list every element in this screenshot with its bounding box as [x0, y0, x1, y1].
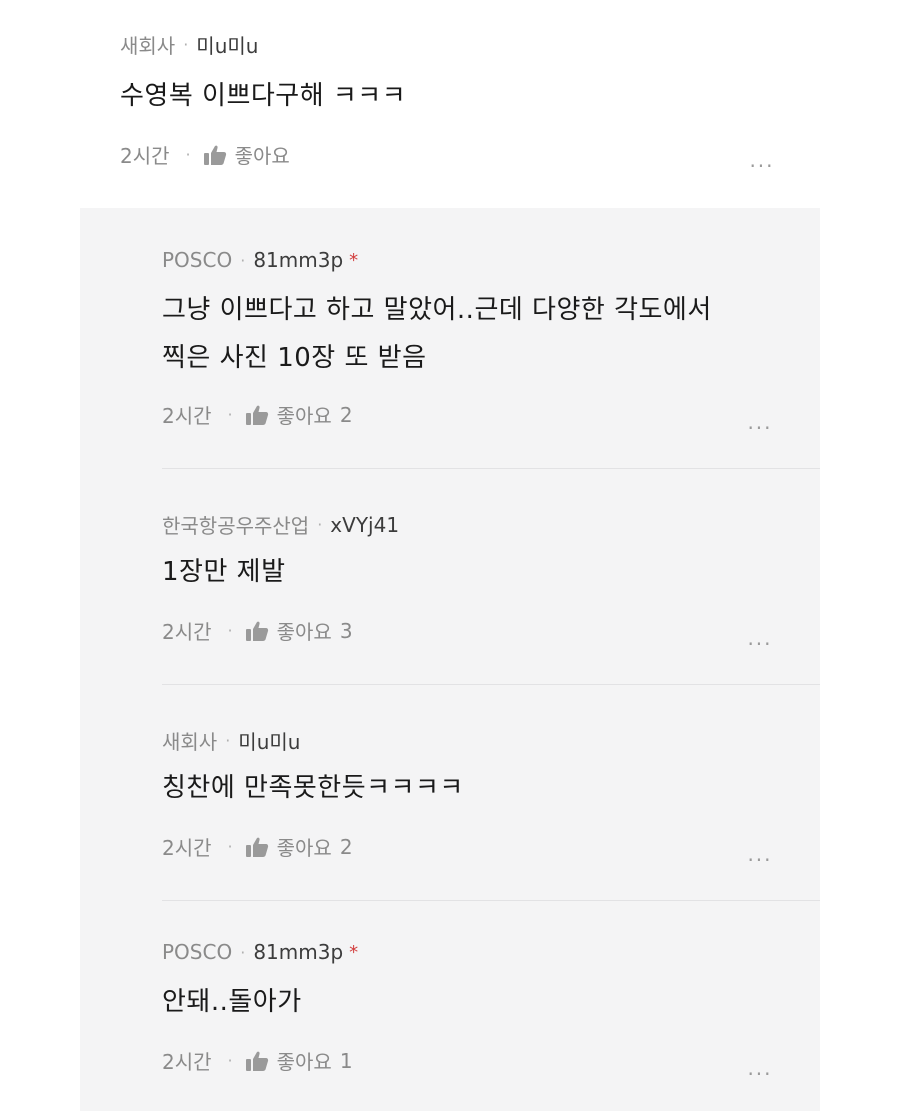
reply-text: 안돼..돌아가: [162, 987, 302, 1017]
reply-item: POSCO · 81mm3p * 그냥 이쁘다고 하고 말았어..근데 다양한 …: [162, 246, 820, 436]
like-count: 3: [339, 618, 353, 643]
reply-actions: 2시간 · 좋아요 3: [162, 616, 353, 645]
reply-text-line-1: 그냥 이쁘다고 하고 말았어..근데 다양한 각도에서: [162, 295, 712, 325]
thumbs-up-icon: [245, 405, 268, 425]
thumbs-up-icon: [245, 837, 268, 857]
like-button[interactable]: 좋아요 2: [245, 400, 353, 429]
separator-dot: ·: [227, 621, 233, 640]
reply-text-line-2: 찍은 사진 10장 또 받음: [162, 343, 427, 373]
more-dots-icon[interactable]: ...: [740, 1058, 780, 1084]
comment: 새회사 · 미u미u 수영복 이쁘다구해 ㅋㅋㅋ 2시간 · 좋아요 ...: [120, 0, 780, 200]
comment-thread: 새회사 · 미u미u 수영복 이쁘다구해 ㅋㅋㅋ 2시간 · 좋아요 ... P…: [0, 0, 900, 1111]
reply-time: 2시간: [162, 1050, 212, 1074]
like-button[interactable]: 좋아요 1: [245, 1046, 353, 1075]
separator-dot: ·: [317, 515, 323, 534]
separator-dot: ·: [227, 837, 233, 856]
separator-dot: ·: [183, 35, 189, 54]
reply-text: 칭찬에 만족못한듯ㅋㅋㅋㅋ: [162, 773, 464, 803]
comment-text: 수영복 이쁘다구해 ㅋㅋㅋ: [120, 81, 407, 111]
company-name: 새회사: [120, 34, 176, 58]
more-dots-icon[interactable]: ...: [740, 412, 780, 438]
nickname[interactable]: xVYj41: [330, 513, 399, 537]
comment-time: 2시간: [120, 144, 170, 168]
reply-actions: 2시간 · 좋아요 1: [162, 1046, 353, 1075]
like-count: 2: [339, 834, 353, 859]
like-label: 좋아요: [276, 1050, 332, 1074]
like-label: 좋아요: [276, 404, 332, 428]
company-name: 한국항공우주산업: [162, 514, 310, 538]
reply-actions: 2시간 · 좋아요 2: [162, 400, 353, 429]
reply-item: 한국항공우주산업 · xVYj41 1장만 제발 2시간 · 좋아요 3 ...: [162, 508, 820, 649]
like-label: 좋아요: [276, 620, 332, 644]
separator-dot: ·: [185, 145, 191, 164]
more-dots-icon[interactable]: ...: [740, 628, 780, 654]
separator-dot: ·: [225, 731, 231, 750]
reply-item: POSCO · 81mm3p * 안돼..돌아가 2시간 · 좋아요 1 ...: [162, 938, 820, 1078]
thumbs-up-icon: [203, 145, 226, 165]
separator-dot: ·: [227, 405, 233, 424]
separator-dot: ·: [240, 942, 246, 962]
thumbs-up-icon: [245, 621, 268, 641]
company-name: 새회사: [162, 730, 218, 754]
like-button[interactable]: 좋아요 3: [245, 616, 353, 645]
reply-divider: [162, 900, 820, 901]
author-mark: *: [349, 249, 359, 271]
reply-divider: [162, 684, 820, 685]
like-count: 2: [339, 402, 353, 427]
like-button[interactable]: 좋아요 2: [245, 832, 353, 861]
more-dots-icon[interactable]: ...: [740, 844, 780, 870]
comment-actions: 2시간 · 좋아요: [120, 140, 290, 169]
nickname[interactable]: 미u미u: [196, 30, 258, 59]
like-label: 좋아요: [276, 836, 332, 860]
nickname[interactable]: 81mm3p: [253, 248, 343, 272]
reply-time: 2시간: [162, 620, 212, 644]
like-count: 1: [339, 1048, 353, 1073]
reply-meta: POSCO · 81mm3p *: [162, 940, 358, 964]
like-button[interactable]: 좋아요: [203, 140, 290, 169]
comment-meta: 새회사 · 미u미u: [120, 30, 258, 59]
reply-meta: POSCO · 81mm3p *: [162, 248, 358, 272]
reply-item: 새회사 · 미u미u 칭찬에 만족못한듯ㅋㅋㅋㅋ 2시간 · 좋아요 2 ...: [162, 724, 820, 864]
nickname[interactable]: 81mm3p: [253, 940, 343, 964]
separator-dot: ·: [240, 250, 246, 270]
nickname[interactable]: 미u미u: [238, 726, 300, 755]
author-mark: *: [349, 941, 359, 963]
reply-time: 2시간: [162, 836, 212, 860]
reply-meta: 새회사 · 미u미u: [162, 726, 300, 755]
reply-meta: 한국항공우주산업 · xVYj41: [162, 510, 399, 539]
company-name: POSCO: [162, 940, 233, 964]
separator-dot: ·: [227, 1051, 233, 1070]
reply-divider: [162, 468, 820, 469]
more-dots-icon[interactable]: ...: [742, 150, 782, 176]
like-label: 좋아요: [234, 144, 290, 168]
company-name: POSCO: [162, 248, 233, 272]
reply-list: POSCO · 81mm3p * 그냥 이쁘다고 하고 말았어..근데 다양한 …: [80, 208, 820, 1111]
reply-text: 1장만 제발: [162, 557, 286, 587]
reply-actions: 2시간 · 좋아요 2: [162, 832, 353, 861]
thumbs-up-icon: [245, 1051, 268, 1071]
reply-time: 2시간: [162, 404, 212, 428]
